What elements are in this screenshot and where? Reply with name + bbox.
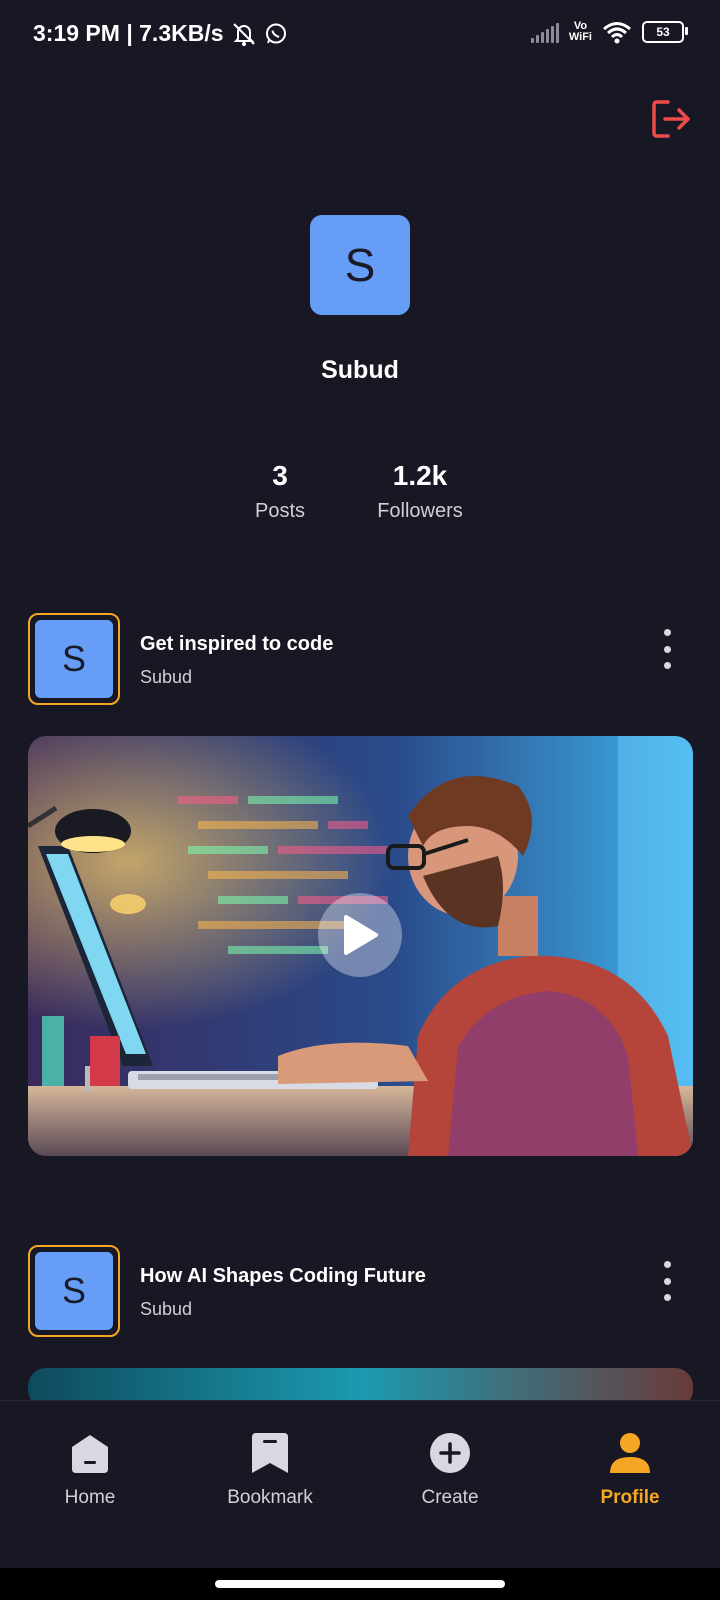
- followers-stat[interactable]: 1.2k Followers: [360, 460, 480, 523]
- posts-count: 3: [272, 460, 288, 491]
- status-bar: 3:19 PM | 7.3KB/s Vo WiFi 53: [0, 0, 720, 70]
- logout-icon[interactable]: [648, 96, 694, 142]
- nav-profile-label: Profile: [600, 1487, 660, 1508]
- home-indicator[interactable]: [215, 1580, 505, 1588]
- nav-home-label: Home: [64, 1487, 116, 1508]
- nav-bookmark-label: Bookmark: [227, 1487, 313, 1508]
- post-header: S Get inspired to code Subud: [28, 613, 693, 705]
- play-icon: [344, 915, 378, 955]
- whatsapp-icon: [265, 23, 286, 43]
- home-icon: [72, 1435, 108, 1473]
- profile-name: Subud: [321, 356, 399, 384]
- post-video-thumbnail[interactable]: [28, 736, 693, 1156]
- bookmark-icon: [252, 1433, 288, 1473]
- post-author: Subud: [140, 667, 193, 687]
- add-circle-icon: [430, 1433, 470, 1473]
- nav-home[interactable]: Home: [10, 1431, 170, 1509]
- status-time-speed: 3:19 PM | 7.3KB/s: [33, 20, 224, 46]
- status-right: Vo WiFi 53: [530, 20, 688, 44]
- post-title[interactable]: Get inspired to code: [140, 633, 333, 656]
- nav-profile[interactable]: Profile: [550, 1431, 710, 1509]
- wifi-icon: [603, 22, 631, 44]
- posts-stat[interactable]: 3 Posts: [230, 460, 330, 523]
- vowifi-indicator: Vo WiFi: [568, 20, 592, 43]
- status-left: 3:19 PM | 7.3KB/s: [33, 20, 288, 47]
- nav-create[interactable]: Create: [370, 1431, 530, 1509]
- followers-label: Followers: [377, 500, 463, 522]
- profile-avatar: S: [310, 215, 410, 315]
- play-button[interactable]: [318, 893, 402, 977]
- post-author: Subud: [140, 1299, 193, 1319]
- nav-bookmark[interactable]: Bookmark: [190, 1431, 350, 1509]
- signal-icon: [530, 21, 559, 43]
- mute-icon: [232, 22, 255, 46]
- post-avatar[interactable]: S: [28, 613, 120, 705]
- bottom-navigation: Home Bookmark Create Profile: [0, 1400, 720, 1569]
- more-options-icon[interactable]: [657, 629, 677, 669]
- posts-label: Posts: [254, 500, 306, 522]
- post-title[interactable]: How AI Shapes Coding Future: [140, 1265, 426, 1288]
- more-options-icon[interactable]: [657, 1261, 677, 1301]
- profile-icon: [610, 1433, 650, 1473]
- nav-create-label: Create: [421, 1487, 479, 1508]
- followers-count: 1.2k: [392, 460, 448, 491]
- post-header: S How AI Shapes Coding Future Subud: [28, 1245, 693, 1337]
- battery-icon: 53: [642, 21, 688, 43]
- post-avatar[interactable]: S: [28, 1245, 120, 1337]
